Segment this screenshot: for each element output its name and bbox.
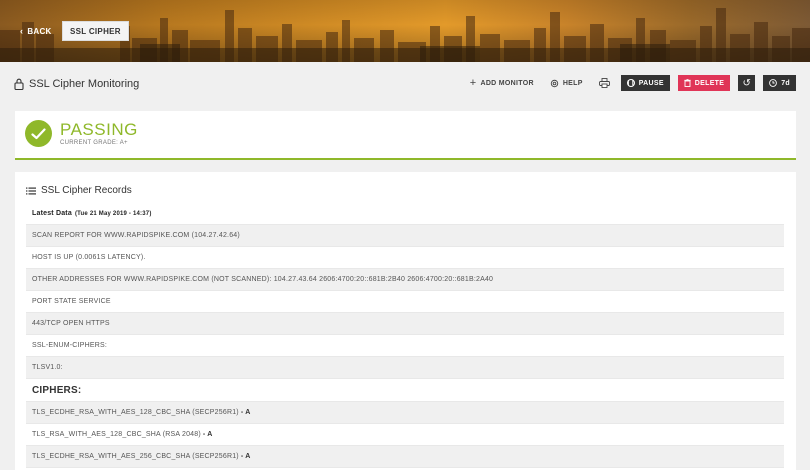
help-label: HELP (562, 79, 583, 87)
refresh-icon: ↺ (742, 77, 751, 89)
refresh-button[interactable]: ↺ (738, 75, 756, 91)
cipher-name: TLS_ECDHE_RSA_WITH_AES_256_CBC_SHA (SECP… (32, 453, 239, 460)
page-header: SSL Cipher Monitoring + ADD MONITOR HELP… (0, 62, 810, 108)
pause-button[interactable]: ❙❙ PAUSE (620, 75, 670, 91)
cipher-row: TLS_RSA_WITH_AES_128_CBC_SHA (RSA 2048) … (26, 424, 784, 446)
header-actions: + ADD MONITOR HELP ❙❙ PAUSE DELETE ↺ 7d (466, 75, 796, 91)
table-row: OTHER ADDRESSES FOR WWW.RAPIDSPIKE.COM (… (26, 269, 784, 291)
cipher-row: TLS_ECDHE_RSA_WITH_AES_128_CBC_SHA (SECP… (26, 402, 784, 424)
list-icon (26, 187, 36, 194)
records-title-text: SSL Cipher Records (41, 185, 132, 196)
table-row: SCAN REPORT FOR WWW.RAPIDSPIKE.COM (104.… (26, 225, 784, 247)
table-row: HOST IS UP (0.0061S LATENCY). (26, 247, 784, 269)
page-title: SSL Cipher Monitoring (14, 78, 139, 90)
latest-data-label: Latest Data (32, 210, 72, 217)
cipher-grade: - A (240, 409, 251, 416)
pause-icon: ❙❙ (626, 79, 636, 87)
table-row: SSL-ENUM-CIPHERS: (26, 335, 784, 357)
status-text: PASSING CURRENT GRADE: A+ (60, 120, 138, 147)
breadcrumb-ssl-cipher[interactable]: SSL CIPHER (62, 21, 129, 41)
table-row: PORT STATE SERVICE (26, 291, 784, 313)
cipher-grade: - A (240, 453, 251, 460)
records-table: Latest Data (Tue 21 May 2019 - 14:37) SC… (26, 203, 784, 468)
delete-button[interactable]: DELETE (677, 75, 731, 91)
table-row: TLSV1.0: (26, 357, 784, 379)
period-label: 7d (781, 79, 790, 87)
records-card: SSL Cipher Records Latest Data (Tue 21 M… (15, 172, 796, 470)
back-label: BACK (27, 26, 52, 36)
chevron-left-icon: ‹ (20, 26, 24, 36)
help-button[interactable]: HELP (546, 75, 587, 91)
status-title: PASSING (60, 120, 138, 139)
check-icon (25, 120, 52, 147)
page-title-text: SSL Cipher Monitoring (29, 78, 140, 90)
cipher-name: TLS_ECDHE_RSA_WITH_AES_128_CBC_SHA (SECP… (32, 409, 239, 416)
delete-label: DELETE (694, 79, 725, 87)
latest-data-row: Latest Data (Tue 21 May 2019 - 14:37) (26, 203, 784, 225)
clock-icon (769, 79, 778, 87)
trash-icon (684, 79, 691, 87)
add-monitor-button[interactable]: + ADD MONITOR (466, 75, 538, 91)
period-selector[interactable]: 7d (763, 75, 796, 91)
help-gear-icon (550, 79, 559, 87)
back-button[interactable]: ‹ BACK (14, 21, 58, 41)
ciphers-heading: CIPHERS: (26, 379, 784, 402)
add-monitor-label: ADD MONITOR (480, 79, 534, 87)
cipher-grade: - A (202, 431, 213, 438)
latest-data-timestamp: (Tue 21 May 2019 - 14:37) (74, 210, 152, 217)
printer-icon (599, 78, 611, 88)
print-button[interactable] (597, 75, 613, 91)
pause-label: PAUSE (638, 79, 664, 87)
status-card: PASSING CURRENT GRADE: A+ (15, 111, 796, 160)
cipher-name: TLS_RSA_WITH_AES_128_CBC_SHA (RSA 2048) (32, 431, 201, 438)
table-row: 443/TCP OPEN HTTPS (26, 313, 784, 335)
hero-banner: ‹ BACK SSL CIPHER (0, 0, 810, 62)
plus-icon: + (469, 77, 477, 89)
current-grade: CURRENT GRADE: A+ (60, 140, 128, 146)
lock-icon (14, 78, 24, 90)
records-title: SSL Cipher Records (26, 185, 132, 196)
cipher-row: TLS_ECDHE_RSA_WITH_AES_256_CBC_SHA (SECP… (26, 446, 784, 468)
